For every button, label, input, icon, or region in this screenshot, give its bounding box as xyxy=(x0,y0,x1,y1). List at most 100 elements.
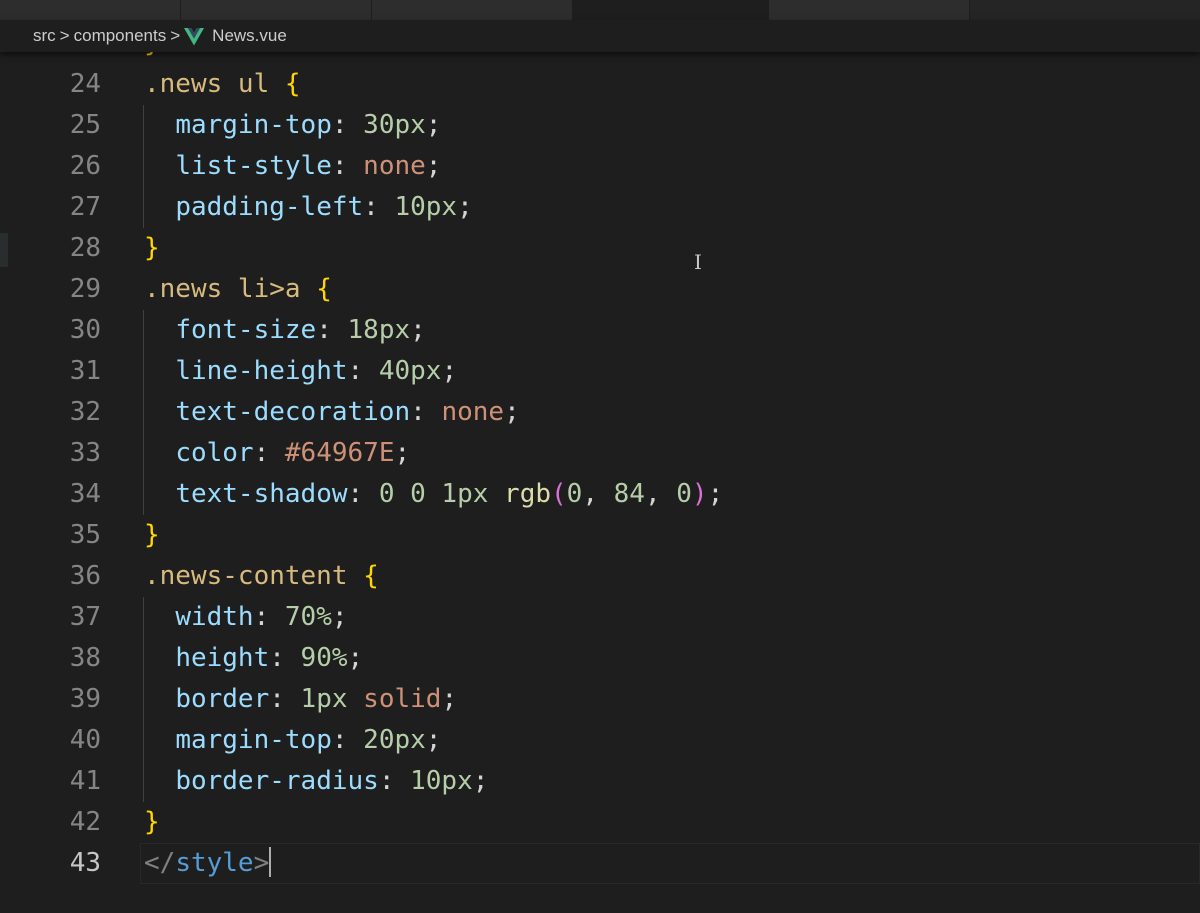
code-text: line-height: 40px; xyxy=(144,351,457,392)
code-token: : xyxy=(378,766,411,796)
code-token: height xyxy=(175,643,270,673)
mouse-ibeam-cursor-icon: I xyxy=(694,250,702,274)
line-number: 27 xyxy=(69,192,101,222)
text-caret xyxy=(269,846,272,877)
current-line-highlight xyxy=(140,843,1200,884)
code-token: padding-left xyxy=(175,192,364,222)
code-token: > xyxy=(253,848,270,878)
code-text: } xyxy=(144,515,160,556)
code-token: 1px xyxy=(300,684,364,714)
code-token: #64967E xyxy=(284,438,395,468)
code-token: width xyxy=(175,602,254,632)
line-number: 39 xyxy=(69,684,101,714)
code-line[interactable]: 36 .news-content { xyxy=(0,556,1200,597)
code-token: list-style xyxy=(175,151,332,181)
code-lines: 23}24.news ul {25 margin-top: 30px;26 li… xyxy=(0,52,1200,884)
line-number: 41 xyxy=(69,766,101,796)
code-line[interactable]: 37 width: 70%; xyxy=(0,597,1200,638)
code-token: 0 xyxy=(676,479,692,509)
code-text: padding-left: 10px; xyxy=(144,187,473,228)
code-line[interactable]: 26 list-style: none; xyxy=(0,146,1200,187)
code-line[interactable]: 25 margin-top: 30px; xyxy=(0,105,1200,146)
editor-tab[interactable] xyxy=(181,0,372,20)
code-line[interactable]: 39 border: 1px solid; xyxy=(0,679,1200,720)
code-line[interactable]: 34 text-shadow: 0 0 1px rgb(0, 84, 0); xyxy=(0,474,1200,515)
breadcrumb-item-file[interactable]: News.vue xyxy=(212,26,287,46)
code-text: margin-top: 30px; xyxy=(144,105,441,146)
code-line[interactable]: 38 height: 90%; xyxy=(0,638,1200,679)
code-token: 90% xyxy=(300,643,348,673)
code-line[interactable]: 41 border-radius: 10px; xyxy=(0,761,1200,802)
code-token: rgb xyxy=(504,479,552,509)
line-number: 38 xyxy=(69,643,101,673)
code-token: 10px xyxy=(394,192,458,222)
code-editor[interactable]: 23}24.news ul {25 margin-top: 30px;26 li… xyxy=(0,52,1200,913)
code-token: .news li>a xyxy=(144,274,317,304)
code-token: ; xyxy=(707,479,724,509)
code-token: none xyxy=(441,397,505,427)
code-line[interactable]: 29 .news li>a { xyxy=(0,269,1200,310)
code-token: text-decoration xyxy=(175,397,411,427)
code-token: ; xyxy=(441,356,458,386)
code-token: none xyxy=(363,151,426,181)
breadcrumb-item-components[interactable]: components xyxy=(74,26,167,46)
code-token: ; xyxy=(331,602,348,632)
code-text: } xyxy=(144,228,160,269)
code-token: 70% xyxy=(284,602,332,632)
code-token: ( xyxy=(551,479,567,509)
code-line[interactable]: 28} xyxy=(0,228,1200,269)
code-line[interactable]: 40 margin-top: 20px; xyxy=(0,720,1200,761)
code-line[interactable]: 27 padding-left: 10px; xyxy=(0,187,1200,228)
code-line[interactable]: 32 text-decoration: none; xyxy=(0,392,1200,433)
code-text: .news ul { xyxy=(144,64,301,105)
code-token: } xyxy=(144,233,160,263)
breadcrumb-item-src[interactable]: src xyxy=(33,26,56,46)
code-text: } xyxy=(144,802,160,843)
code-token: margin-top xyxy=(175,725,332,755)
code-token: ; xyxy=(394,438,411,468)
code-line[interactable]: 35} xyxy=(0,515,1200,556)
code-token: ; xyxy=(457,192,473,222)
code-line[interactable]: 24 .news ul { xyxy=(0,64,1200,105)
code-text: border: 1px solid; xyxy=(144,679,457,720)
code-text: width: 70%; xyxy=(144,597,348,638)
code-token: : xyxy=(331,151,364,181)
line-number: 35 xyxy=(69,520,101,550)
code-token: solid xyxy=(363,684,442,714)
code-token: ; xyxy=(441,684,458,714)
code-line[interactable]: 43 </style> xyxy=(0,843,1200,884)
code-token: : xyxy=(316,315,348,345)
code-line[interactable]: 33 color: #64967E; xyxy=(0,433,1200,474)
code-token: : xyxy=(253,602,285,632)
code-text: .news li>a { xyxy=(144,269,332,310)
code-token: 10px xyxy=(410,766,473,796)
line-number: 40 xyxy=(69,725,101,755)
code-line[interactable]: 31 line-height: 40px; xyxy=(0,351,1200,392)
code-line[interactable]: 30 font-size: 18px; xyxy=(0,310,1200,351)
code-text: text-decoration: none; xyxy=(144,392,519,433)
code-line[interactable]: 42} xyxy=(0,802,1200,843)
code-line[interactable]: 23} xyxy=(0,52,1200,64)
code-token: { xyxy=(284,69,301,99)
code-text: text-shadow: 0 0 1px rgb(0, 84, 0); xyxy=(144,474,723,515)
editor-tab-active[interactable] xyxy=(573,0,769,20)
editor-tab[interactable] xyxy=(0,0,181,20)
line-number: 34 xyxy=(69,479,101,509)
code-token: ; xyxy=(347,643,364,673)
code-text: height: 90%; xyxy=(144,638,363,679)
editor-tab[interactable] xyxy=(769,0,970,20)
code-text: margin-top: 20px; xyxy=(144,720,441,761)
editor-tab[interactable] xyxy=(372,0,573,20)
code-token: ) xyxy=(691,479,708,509)
line-number: 32 xyxy=(69,397,101,427)
code-text: </style> xyxy=(144,843,272,884)
code-token: color xyxy=(175,438,254,468)
code-token: 30px xyxy=(363,110,426,140)
code-token: style xyxy=(175,848,254,878)
line-number: 29 xyxy=(69,274,101,304)
line-number: 43 xyxy=(69,848,101,878)
line-number: 36 xyxy=(69,561,101,591)
code-token: : xyxy=(331,725,364,755)
breadcrumb-separator: > xyxy=(59,26,70,45)
line-number: 28 xyxy=(69,233,101,263)
